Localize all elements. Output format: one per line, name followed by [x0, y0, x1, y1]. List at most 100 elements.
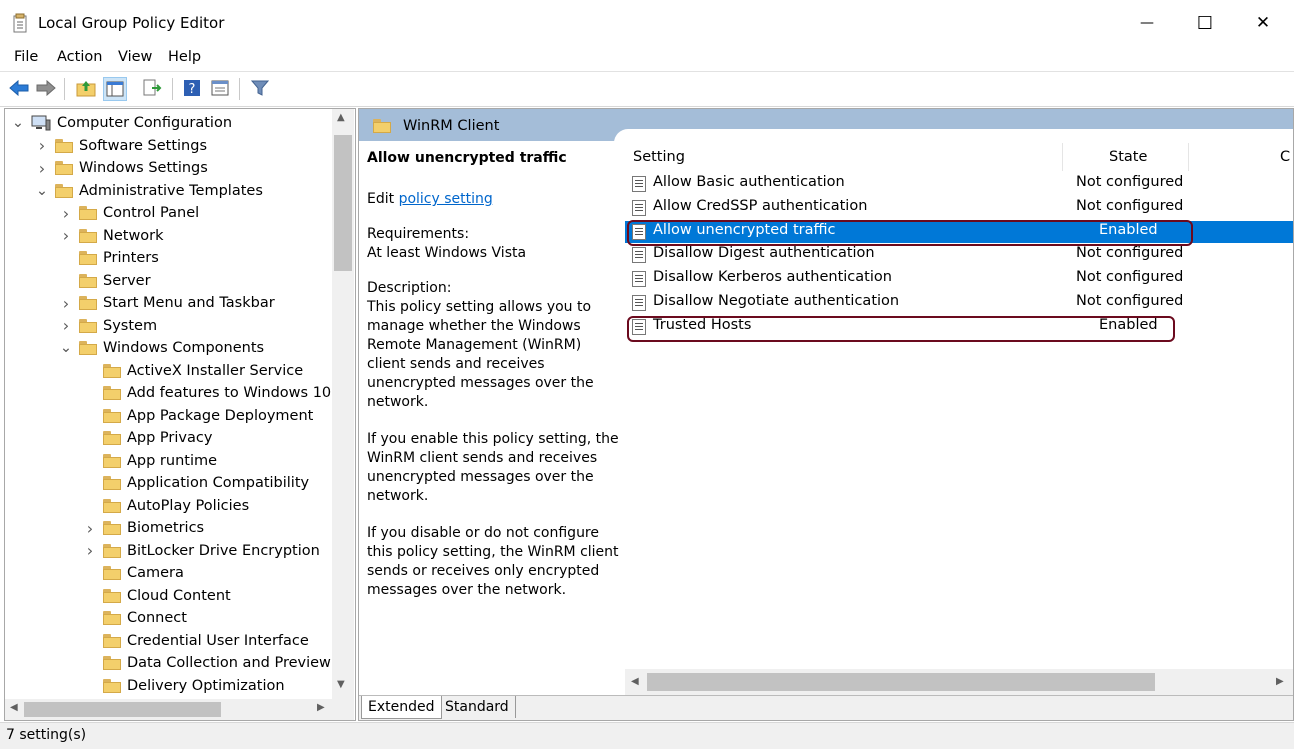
column-divider[interactable]: [1188, 143, 1189, 171]
scroll-left-arrow-icon[interactable]: ◀: [10, 702, 18, 713]
menu-action[interactable]: Action: [57, 49, 102, 65]
tree-item[interactable]: Credential User Interface: [83, 630, 309, 652]
folder-icon: [79, 273, 97, 288]
toolbar-separator: [172, 78, 173, 100]
tree-item[interactable]: Delivery Optimization: [83, 675, 285, 697]
chevron-right-icon[interactable]: ›: [83, 541, 97, 560]
tree-item[interactable]: › Software Settings: [35, 135, 207, 157]
forward-button[interactable]: [35, 77, 57, 99]
tree-item[interactable]: › System: [59, 315, 157, 337]
scroll-left-arrow-icon[interactable]: ◀: [631, 676, 639, 687]
column-header-setting[interactable]: Setting: [633, 149, 685, 165]
chevron-right-icon[interactable]: ›: [59, 226, 73, 245]
tree-item[interactable]: ⌄ Administrative Templates: [35, 180, 263, 202]
folder-icon: [103, 656, 121, 670]
column-divider[interactable]: [1062, 143, 1063, 171]
tree-item[interactable]: ActiveX Installer Service: [83, 360, 303, 382]
maximize-button[interactable]: ☐: [1176, 0, 1234, 46]
tree-item-label: Administrative Templates: [79, 182, 263, 199]
list-horizontal-scrollbar[interactable]: ◀ ▶: [625, 669, 1293, 695]
folder-icon: [103, 588, 121, 603]
chevron-right-icon[interactable]: ›: [59, 316, 73, 335]
tab-standard[interactable]: Standard: [439, 696, 516, 718]
up-one-level-button[interactable]: [75, 77, 97, 99]
menu-file[interactable]: File: [14, 49, 38, 65]
tree-item[interactable]: App Package Deployment: [83, 405, 313, 427]
folder-icon: [103, 476, 121, 490]
back-button[interactable]: [8, 77, 30, 99]
scroll-up-arrow-icon[interactable]: ▲: [337, 112, 345, 123]
export-list-button[interactable]: [141, 77, 163, 99]
tree-item[interactable]: › Network: [59, 225, 164, 247]
tree-item[interactable]: ⌄ Windows Components: [59, 337, 264, 359]
tab-extended[interactable]: Extended: [361, 696, 442, 719]
scroll-right-arrow-icon[interactable]: ▶: [317, 702, 325, 713]
toolbar: ?: [0, 71, 1294, 107]
tree-item[interactable]: › Windows Settings: [35, 157, 208, 179]
scroll-right-arrow-icon[interactable]: ▶: [1276, 676, 1284, 687]
tree-item[interactable]: ⌄ Computer Configuration: [11, 112, 232, 134]
tree-item[interactable]: Cloud Content: [83, 585, 231, 607]
tree-horizontal-scrollbar[interactable]: ◀ ▶: [5, 699, 354, 720]
up-folder-icon: [76, 81, 96, 97]
tree-vertical-scrollbar[interactable]: ▲ ▼: [332, 109, 354, 699]
folder-icon: [103, 633, 121, 648]
requirements-label: Requirements:: [367, 226, 470, 242]
properties-button[interactable]: [209, 77, 231, 99]
folder-icon: [103, 498, 121, 513]
scroll-down-arrow-icon[interactable]: ▼: [337, 679, 345, 690]
column-header-comment[interactable]: C: [1280, 149, 1290, 165]
filter-button[interactable]: [249, 77, 271, 99]
tree-item-label: Add features to Windows 10: [127, 385, 332, 401]
tree-item[interactable]: Camera: [83, 562, 184, 584]
svg-text:?: ?: [189, 82, 196, 97]
chevron-right-icon[interactable]: ›: [59, 204, 73, 223]
navigation-tree[interactable]: ⌄ Computer Configuration › Software Setting…: [4, 108, 356, 721]
chevron-right-icon[interactable]: ›: [35, 136, 49, 155]
close-button[interactable]: ✕: [1234, 0, 1292, 46]
tree-item-label: Credential User Interface: [127, 632, 309, 649]
help-icon: ?: [184, 80, 200, 97]
tree-item[interactable]: Add features to Windows 10: [83, 382, 331, 404]
tree-item[interactable]: › Biometrics: [83, 517, 204, 539]
chevron-down-icon[interactable]: ⌄: [35, 183, 49, 199]
tree-item[interactable]: App runtime: [83, 450, 217, 472]
menu-view[interactable]: View: [118, 49, 152, 65]
policy-row[interactable]: Allow CredSSP authentication Not configur…: [625, 197, 1293, 219]
policy-row[interactable]: Disallow Negotiate authentication Not con…: [625, 292, 1293, 314]
chevron-down-icon[interactable]: ⌄: [59, 340, 73, 356]
tree-item[interactable]: › Start Menu and Taskbar: [59, 292, 275, 314]
tree-item[interactable]: App Privacy: [83, 427, 212, 449]
edit-policy-setting-link[interactable]: policy setting: [399, 191, 493, 207]
show-hide-tree-button[interactable]: [103, 77, 127, 101]
chevron-right-icon[interactable]: ›: [59, 294, 73, 313]
list-horizontal-scroll-thumb[interactable]: [647, 673, 1155, 691]
chevron-right-icon[interactable]: ›: [35, 159, 49, 178]
policy-editor-app-icon: [13, 13, 27, 33]
tree-vertical-scroll-thumb[interactable]: [334, 135, 352, 271]
tree-item[interactable]: AutoPlay Policies: [83, 495, 249, 517]
tree-item[interactable]: Server: [59, 270, 151, 292]
tree-horizontal-scroll-thumb[interactable]: [24, 702, 221, 717]
tree-item-label: Connect: [127, 610, 187, 626]
help-button[interactable]: ?: [181, 77, 203, 99]
properties-icon: [211, 80, 229, 96]
tree-item[interactable]: › BitLocker Drive Encryption: [83, 540, 320, 562]
menu-help[interactable]: Help: [168, 49, 201, 65]
policy-row[interactable]: Allow Basic authentication Not configured: [625, 173, 1293, 195]
tree-item[interactable]: › Control Panel: [59, 202, 199, 224]
tree-item[interactable]: Data Collection and Preview Bu: [83, 652, 355, 674]
policy-row[interactable]: Disallow Digest authentication Not config…: [625, 244, 1293, 266]
highlight-outline: [627, 316, 1175, 342]
tree-item[interactable]: Printers: [59, 247, 159, 269]
chevron-down-icon[interactable]: ⌄: [11, 115, 25, 131]
tree-item[interactable]: Application Compatibility: [83, 472, 309, 494]
tree-item[interactable]: Connect: [83, 607, 187, 629]
chevron-right-icon[interactable]: ›: [83, 519, 97, 538]
column-header-state[interactable]: State: [1109, 149, 1147, 165]
policy-row[interactable]: Disallow Kerberos authentication Not conf…: [625, 268, 1293, 290]
minimize-button[interactable]: —: [1118, 0, 1176, 46]
